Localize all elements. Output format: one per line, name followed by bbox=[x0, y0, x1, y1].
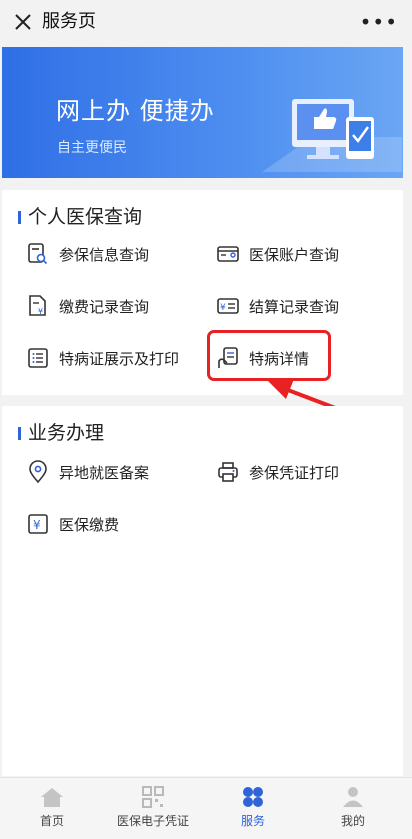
item-label: 医保缴费 bbox=[59, 515, 120, 534]
close-icon[interactable] bbox=[12, 11, 34, 33]
banner: 网上办 便捷办 自主更便民 bbox=[2, 47, 403, 178]
account-query-item[interactable]: 医保账户查询 bbox=[217, 240, 339, 268]
qr-code-icon bbox=[142, 786, 164, 808]
highlight-box bbox=[207, 330, 331, 381]
banner-title: 网上办 便捷办 bbox=[56, 97, 215, 125]
section-marker bbox=[18, 211, 21, 224]
medical-insurance-payment-item[interactable]: ¥ 医保缴费 bbox=[27, 510, 119, 538]
item-label: 缴费记录查询 bbox=[59, 297, 150, 316]
bottom-tab-bar: 首页 医保电子凭证 服务 我的 bbox=[0, 777, 412, 839]
tab-home[interactable]: 首页 bbox=[7, 786, 97, 829]
more-menu-icon[interactable]: ••• bbox=[360, 10, 398, 34]
section-marker bbox=[18, 427, 21, 440]
top-bar: 服务页 ••• bbox=[0, 0, 412, 46]
item-label: 异地就医备案 bbox=[59, 463, 150, 482]
section-title-business: 业务办理 bbox=[28, 422, 105, 444]
tab-label: 首页 bbox=[39, 814, 64, 828]
printer-icon bbox=[218, 462, 238, 482]
tab-mine[interactable]: 我的 bbox=[308, 786, 398, 829]
yuan-payment-icon: ¥ bbox=[28, 514, 48, 534]
empty-content-area bbox=[2, 556, 403, 776]
list-icon bbox=[28, 348, 48, 368]
tab-label: 服务 bbox=[240, 814, 265, 828]
business-handling-card: 业务办理 异地就医备案 参保凭证打印 ¥ 医保缴费 bbox=[2, 406, 403, 556]
remote-medical-filing-item[interactable]: 异地就医备案 bbox=[27, 458, 149, 486]
tab-e-voucher[interactable]: 医保电子凭证 bbox=[108, 786, 198, 829]
svg-text:¥: ¥ bbox=[38, 307, 43, 316]
location-pin-icon bbox=[29, 460, 47, 484]
settlement-record-query-item[interactable]: ¥ 结算记录查询 bbox=[217, 292, 339, 320]
payment-record-query-item[interactable]: ¥ 缴费记录查询 bbox=[27, 292, 149, 320]
special-disease-cert-print-item[interactable]: 特病证展示及打印 bbox=[27, 344, 179, 372]
insurance-voucher-print-item[interactable]: 参保凭证打印 bbox=[217, 458, 339, 486]
settlement-record-icon: ¥ bbox=[217, 298, 239, 314]
item-label: 参保凭证打印 bbox=[249, 463, 340, 482]
svg-text:¥: ¥ bbox=[220, 303, 226, 313]
account-card-icon bbox=[217, 246, 239, 262]
home-icon bbox=[41, 788, 63, 807]
item-label: 参保信息查询 bbox=[59, 245, 150, 264]
clover-icon bbox=[243, 787, 263, 807]
item-label: 医保账户查询 bbox=[249, 245, 340, 264]
page-title: 服务页 bbox=[42, 11, 96, 32]
payment-record-icon: ¥ bbox=[29, 295, 46, 316]
user-icon bbox=[343, 787, 363, 807]
personal-insurance-card: 个人医保查询 参保信息查询 医保账户查询 ¥ 缴费记录查询 ¥ 结算记录查询 特… bbox=[2, 190, 403, 395]
svg-text:¥: ¥ bbox=[33, 518, 41, 532]
insurance-info-query-item[interactable]: 参保信息查询 bbox=[27, 240, 149, 268]
item-label: 特病证展示及打印 bbox=[59, 349, 180, 368]
document-search-icon bbox=[28, 243, 48, 265]
section-title-personal: 个人医保查询 bbox=[28, 206, 143, 228]
tab-label: 我的 bbox=[340, 814, 365, 828]
tab-service[interactable]: 服务 bbox=[208, 786, 298, 829]
banner-subtitle: 自主更便民 bbox=[57, 140, 127, 156]
banner-illustration-icon bbox=[262, 99, 402, 172]
tab-label: 医保电子凭证 bbox=[116, 814, 189, 828]
item-label: 结算记录查询 bbox=[249, 297, 340, 316]
